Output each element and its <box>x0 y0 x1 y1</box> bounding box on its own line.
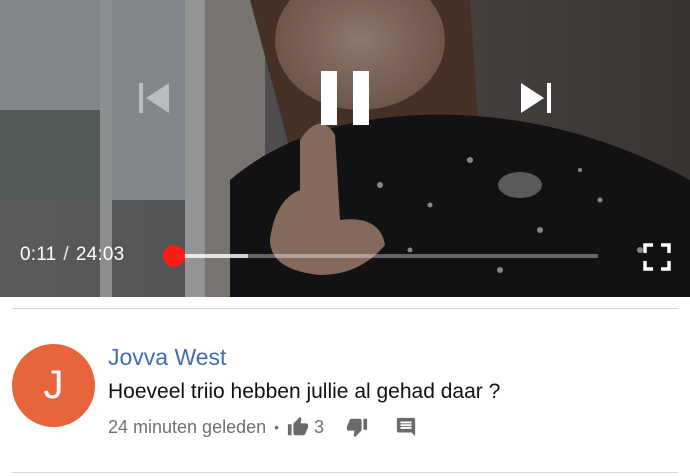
skip-next-icon <box>521 83 551 113</box>
divider <box>12 472 678 473</box>
pause-icon <box>321 71 369 125</box>
buffered-bar <box>174 254 249 258</box>
pause-button[interactable] <box>318 69 372 127</box>
progress-scrubber[interactable] <box>163 245 185 267</box>
time-display: 0:11 / 24:03 <box>20 244 124 266</box>
skip-previous-icon <box>139 83 169 113</box>
like-count: 3 <box>314 416 325 437</box>
time-separator: / <box>63 244 69 265</box>
duration: 24:03 <box>75 244 125 265</box>
divider <box>12 308 678 309</box>
reply-button[interactable] <box>395 416 417 438</box>
thumb-up-icon <box>287 416 309 436</box>
comment-timestamp: 24 minuten geleden <box>108 416 267 437</box>
comment-author[interactable]: Jovva West <box>108 344 226 371</box>
current-time: 0:11 <box>20 244 57 265</box>
comment-text: Hoeveel triio hebben jullie al gehad daa… <box>108 380 501 403</box>
comment-meta: 24 minuten geleden • 3 <box>108 415 417 439</box>
next-button[interactable] <box>518 80 554 116</box>
progress-bar[interactable] <box>174 254 598 258</box>
video-player[interactable]: 0:11 / 24:03 <box>0 0 690 297</box>
thumb-down-icon <box>346 418 368 438</box>
previous-button[interactable] <box>136 80 172 116</box>
fullscreen-button[interactable] <box>642 242 672 272</box>
meta-bullet: • <box>274 419 280 435</box>
fullscreen-icon <box>643 243 671 271</box>
reply-icon <box>396 417 416 437</box>
dislike-button[interactable] <box>346 416 368 438</box>
avatar[interactable]: J <box>12 344 95 427</box>
like-button[interactable] <box>287 416 309 438</box>
